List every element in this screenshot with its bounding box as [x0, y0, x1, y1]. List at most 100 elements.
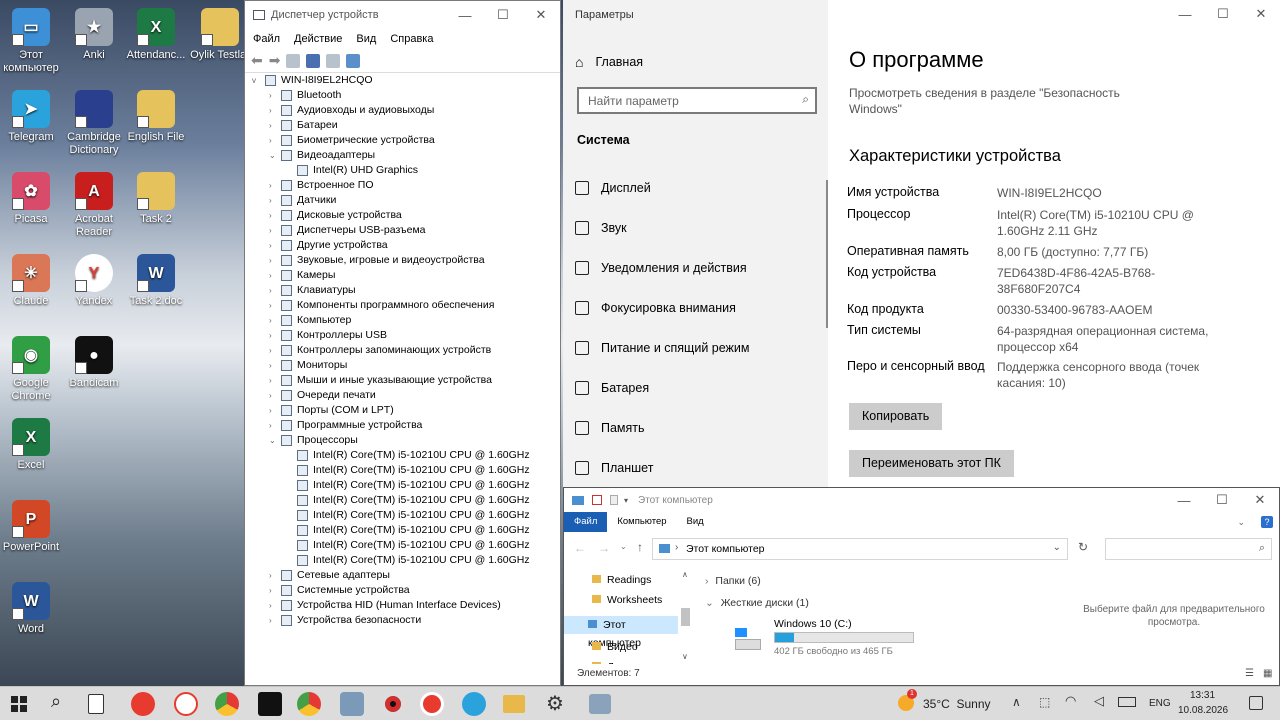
rename-pc-button[interactable]: Переименовать этот ПК	[849, 450, 1014, 477]
desktop-icon-9[interactable]: A Acrobat Reader	[63, 172, 125, 239]
collapse-arrow-icon[interactable]: v	[252, 73, 262, 88]
menu-view[interactable]: Вид	[356, 33, 376, 45]
network-icon[interactable]: ⬚	[1039, 695, 1050, 709]
chevron-right-icon[interactable]: ›	[269, 118, 279, 133]
chevron-right-icon[interactable]: ›	[269, 283, 279, 298]
desktop-icon-12[interactable]: Y Yandex	[63, 254, 125, 308]
tab-view[interactable]: Вид	[677, 512, 714, 532]
device-tree-item[interactable]: › Дисковые устройства	[245, 208, 560, 223]
chevron-right-icon[interactable]: ›	[269, 298, 279, 313]
up-arrow-icon[interactable]: ↑	[637, 540, 643, 554]
back-arrow-icon[interactable]: ←	[574, 541, 586, 555]
device-tree-item[interactable]: › Очереди печати	[245, 388, 560, 403]
back-arrow-icon[interactable]: ⬅	[251, 52, 263, 69]
desktop-icon-11[interactable]: ✳ Claude	[0, 254, 62, 308]
copy-button[interactable]: Копировать	[849, 403, 943, 430]
chevron-right-icon[interactable]: ›	[269, 583, 279, 598]
sparkle-app-taskbar-icon[interactable]	[258, 692, 282, 716]
nav-speaker[interactable]: Звук	[575, 221, 627, 235]
device-tree-item[interactable]: › Звуковые, игровые и видеоустройства	[245, 253, 560, 268]
device-manager-taskbar-icon[interactable]	[589, 694, 611, 714]
device-tree-item[interactable]: › Контроллеры USB	[245, 328, 560, 343]
device-tree-item[interactable]: › Аудиовходы и аудиовыходы	[245, 103, 560, 118]
desktop-icon-1[interactable]: ▭ Этот компьютер	[0, 8, 62, 75]
address-bar[interactable]: › Этот компьютер ⌄	[652, 538, 1068, 560]
desktop-icon-4[interactable]: Oylik Testlar	[189, 8, 251, 62]
new-folder-quick-icon[interactable]	[610, 495, 618, 505]
device-tree-item[interactable]: › Датчики	[245, 193, 560, 208]
device-tree-item[interactable]: › Системные устройства	[245, 583, 560, 598]
menu-action[interactable]: Действие	[294, 33, 342, 45]
chevron-right-icon[interactable]: ›	[269, 88, 279, 103]
chevron-up-icon[interactable]: ∧	[1012, 695, 1021, 709]
nav-power[interactable]: Питание и спящий режим	[575, 341, 749, 355]
chevron-right-icon[interactable]: ›	[269, 193, 279, 208]
chevron-right-icon[interactable]: ›	[269, 598, 279, 613]
weather-text[interactable]: 35°C Sunny	[923, 697, 991, 711]
device-tree-item[interactable]: › Мониторы	[245, 358, 560, 373]
scroll-down-icon[interactable]: ∨	[682, 652, 688, 661]
tree-root[interactable]: v WIN-I8I9EL2HCQO	[245, 73, 560, 88]
close-icon[interactable]: ✕	[1241, 488, 1279, 512]
folders-group[interactable]: › Папки (6)	[705, 575, 761, 587]
properties-quick-icon[interactable]	[592, 495, 602, 505]
yandex-browser-taskbar-icon[interactable]	[131, 692, 155, 716]
device-tree-item[interactable]: › Компьютер	[245, 313, 560, 328]
nav-home[interactable]: ⌂ Главная	[575, 54, 643, 70]
device-tree-item[interactable]: › Контроллеры запоминающих устройств	[245, 343, 560, 358]
settings-search-box[interactable]: Найти параметр ⌕	[577, 87, 817, 114]
nav-focus[interactable]: Фокусировка внимания	[575, 301, 736, 315]
chevron-right-icon[interactable]: ›	[269, 238, 279, 253]
nav-tablet[interactable]: Планшет	[575, 461, 653, 475]
refresh-icon[interactable]: ↻	[1078, 540, 1088, 554]
device-tree-item[interactable]: Intel(R) Core(TM) i5-10210U CPU @ 1.60GH…	[245, 538, 560, 553]
device-tree-item[interactable]: Intel(R) UHD Graphics	[245, 163, 560, 178]
chevron-right-icon[interactable]: ›	[269, 133, 279, 148]
device-tree-item[interactable]: ⌄ Процессоры	[245, 433, 560, 448]
yandex-taskbar-icon[interactable]	[174, 692, 198, 716]
nav-battery[interactable]: Батарея	[575, 381, 649, 395]
desktop-icon-13[interactable]: W Task 2.doc	[125, 254, 187, 308]
chevron-right-icon[interactable]: ›	[269, 208, 279, 223]
desktop-icon-2[interactable]: ★ Anki	[63, 8, 125, 62]
device-tree-item[interactable]: › Биометрические устройства	[245, 133, 560, 148]
tab-computer[interactable]: Компьютер	[607, 512, 676, 532]
maximize-icon[interactable]: ☐	[1203, 488, 1241, 512]
nav-monitor[interactable]: Дисплей	[575, 181, 651, 195]
device-tree-item[interactable]: › Диспетчеры USB-разъема	[245, 223, 560, 238]
nav-notification[interactable]: Уведомления и действия	[575, 261, 747, 275]
file-explorer-taskbar-icon[interactable]	[503, 695, 525, 713]
file-taskbar-icon[interactable]	[88, 694, 104, 714]
wifi-icon[interactable]: ◠	[1065, 693, 1076, 709]
chrome-profile-taskbar-icon[interactable]	[297, 692, 321, 716]
address-dropdown-icon[interactable]: ⌄	[1053, 542, 1061, 553]
chevron-down-icon[interactable]: ⌄	[269, 433, 279, 448]
maximize-icon[interactable]: ☐	[484, 1, 522, 29]
security-link[interactable]: Просмотреть сведения в разделе "Безопасн…	[849, 85, 1139, 117]
device-tree-item[interactable]: Intel(R) Core(TM) i5-10210U CPU @ 1.60GH…	[245, 508, 560, 523]
device-tree-item[interactable]: › Bluetooth	[245, 88, 560, 103]
chevron-down-icon[interactable]: ⌄	[269, 148, 279, 163]
device-tree-item[interactable]: Intel(R) Core(TM) i5-10210U CPU @ 1.60GH…	[245, 553, 560, 568]
chevron-right-icon[interactable]: ›	[269, 613, 279, 628]
telegram-taskbar-icon[interactable]	[462, 692, 486, 716]
maximize-icon[interactable]: ☐	[1204, 0, 1242, 28]
device-tree-item[interactable]: › Сетевые адаптеры	[245, 568, 560, 583]
start-button-icon[interactable]	[11, 696, 27, 712]
desktop-icon-7[interactable]: English File	[125, 90, 187, 144]
desktop-icon-16[interactable]: X Excel	[0, 418, 62, 472]
device-tree-item[interactable]: ⌄ Видеоадаптеры	[245, 148, 560, 163]
update-driver-icon[interactable]	[326, 53, 341, 68]
desktop-icon-18[interactable]: W Word	[0, 582, 62, 636]
chrome-taskbar-icon[interactable]	[215, 692, 239, 716]
device-tree-item[interactable]: › Клавиатуры	[245, 283, 560, 298]
chevron-right-icon[interactable]: ›	[269, 223, 279, 238]
explorer-nav-item[interactable]: Этот компьютер	[564, 616, 678, 649]
tiles-view-icon[interactable]: ▦	[1263, 668, 1272, 679]
scroll-up-icon[interactable]: ∧	[682, 570, 688, 579]
chevron-right-icon[interactable]: ›	[269, 343, 279, 358]
chevron-right-icon[interactable]: ›	[269, 178, 279, 193]
minimize-icon[interactable]: —	[446, 1, 484, 29]
tab-file[interactable]: Файл	[564, 512, 608, 532]
forward-arrow-icon[interactable]: →	[598, 541, 610, 555]
